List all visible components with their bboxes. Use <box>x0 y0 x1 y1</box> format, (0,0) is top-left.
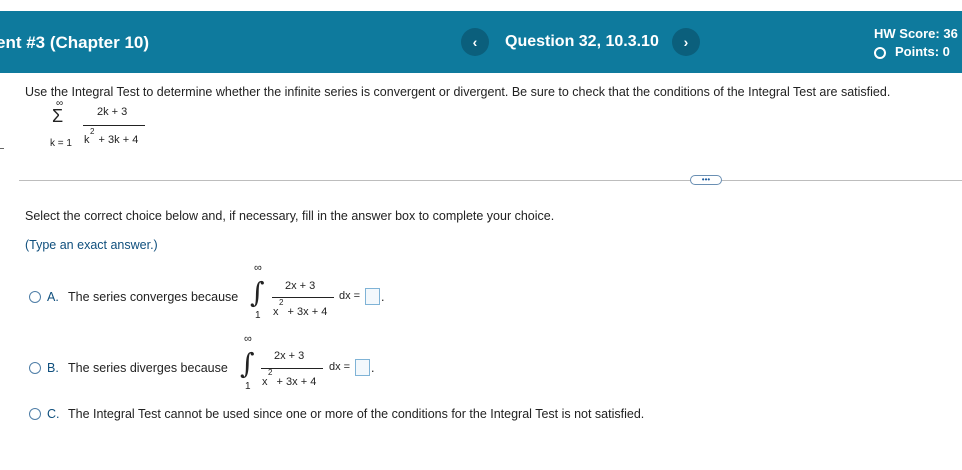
integral-numerator: 2x + 3 <box>285 280 316 292</box>
integral-denominator: x + 3x + 4 <box>273 306 328 318</box>
integral-exponent: 2 <box>268 368 273 377</box>
hw-score: HW Score: 36 <box>874 26 958 41</box>
integral-dx: dx = <box>329 361 351 373</box>
hint-text: (Type an exact answer.) <box>25 238 158 252</box>
integral-symbol: ∫ <box>240 347 255 380</box>
points-text: Points: 0 <box>895 44 950 59</box>
assignment-title: ent #3 (Chapter 10) <box>0 33 150 52</box>
integral-lower-limit: 1 <box>245 381 251 392</box>
series-exponent: 2 <box>90 127 95 136</box>
instructions-text: Select the correct choice below and, if … <box>25 209 555 223</box>
integral-numerator: 2x + 3 <box>274 350 305 362</box>
option-a-answer-box[interactable] <box>365 288 380 305</box>
option-a-period: . <box>381 290 385 304</box>
option-c-radio[interactable] <box>29 408 41 420</box>
chevron-left-icon: ‹ <box>472 34 478 50</box>
integral-upper-limit: ∞ <box>254 262 262 274</box>
question-label: Question 32, 10.3.10 <box>505 33 659 50</box>
option-b-text: The series diverges because <box>68 361 228 375</box>
integral-upper-limit: ∞ <box>244 333 252 345</box>
header-bar: ent #3 (Chapter 10) ‹ Question 32, 10.3.… <box>0 11 962 73</box>
more-button[interactable]: ••• <box>690 175 722 185</box>
series-lower-limit: k = 1 <box>50 138 72 149</box>
circle-icon <box>874 47 886 59</box>
option-c-text: The Integral Test cannot be used since o… <box>68 407 645 421</box>
integral-lower-limit: 1 <box>255 310 261 321</box>
section-divider <box>19 180 962 181</box>
next-question-button[interactable]: › <box>672 28 700 56</box>
option-b-radio[interactable] <box>29 362 41 374</box>
integral-symbol: ∫ <box>250 276 265 309</box>
integral-dx: dx = <box>339 290 361 302</box>
sigma-symbol: Σ <box>52 106 64 126</box>
series-numerator: 2k + 3 <box>97 106 128 118</box>
integral-denominator: x + 3x + 4 <box>262 376 317 388</box>
series-fraction-bar <box>83 125 145 126</box>
option-b-letter: B. <box>47 361 59 375</box>
points-display: Points: 0 <box>874 44 950 59</box>
previous-question-button[interactable]: ‹ <box>461 28 489 56</box>
option-a-letter: A. <box>47 290 59 304</box>
option-b-answer-box[interactable] <box>355 359 370 376</box>
option-b-period: . <box>371 361 375 375</box>
integral-exponent: 2 <box>279 298 284 307</box>
left-edge-marker <box>0 148 4 149</box>
top-strip <box>0 0 962 11</box>
option-c-letter: C. <box>47 407 60 421</box>
question-prompt: Use the Integral Test to determine wheth… <box>25 85 891 99</box>
option-a-text: The series converges because <box>68 290 239 304</box>
option-a-radio[interactable] <box>29 291 41 303</box>
chevron-right-icon: › <box>683 34 689 50</box>
